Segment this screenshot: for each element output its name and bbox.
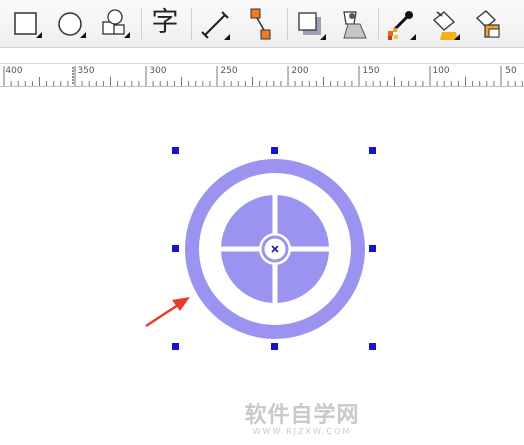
selection-handle-right[interactable]: [369, 245, 376, 252]
selection-handle-top-right[interactable]: [369, 147, 376, 154]
selection-handle-top-left[interactable]: [172, 147, 179, 154]
selection-handle-bottom-left[interactable]: [172, 343, 179, 350]
watermark-title: 软件自学网: [244, 403, 360, 428]
selection-handle-top[interactable]: [271, 147, 278, 154]
selection-handle-left[interactable]: [172, 245, 179, 252]
selection-handle-bottom[interactable]: [271, 343, 278, 350]
watermark: 软件自学网 WWW.RJZXW.COM: [232, 405, 372, 437]
watermark-url: WWW.RJZXW.COM: [252, 427, 352, 436]
selected-shape-layer: [145, 159, 365, 339]
selection-handle-bottom-right[interactable]: [369, 343, 376, 350]
annotation-arrow: [145, 297, 190, 328]
